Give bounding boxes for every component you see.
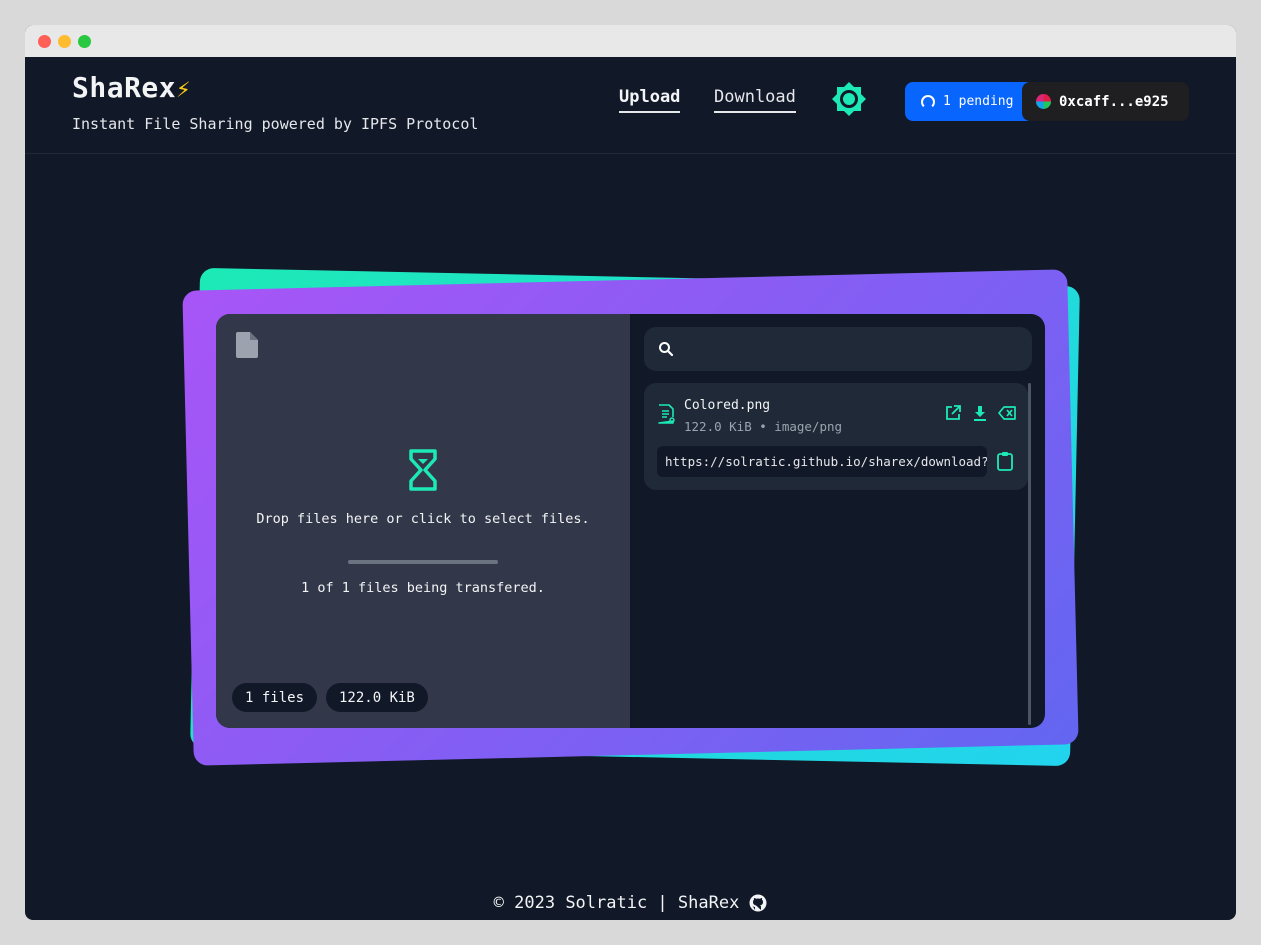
tagline: Instant File Sharing powered by IPFS Pro… — [72, 115, 479, 133]
pending-label: 1 pending — [943, 94, 1014, 109]
app-header: ShaRex⚡ Instant File Sharing powered by … — [25, 57, 1236, 154]
brand-logo[interactable]: ShaRex⚡ — [72, 71, 191, 104]
maximize-window-button[interactable] — [78, 35, 91, 48]
file-item: Colored.png 122.0 KiB • image/png https:… — [644, 383, 1028, 490]
drop-instructions: Drop files here or click to select files… — [256, 511, 590, 527]
close-window-button[interactable] — [38, 35, 51, 48]
copyright-text: © 2023 Solratic | ShaRex — [493, 893, 740, 913]
lightning-icon: ⚡ — [176, 75, 192, 103]
dropzone[interactable]: Drop files here or click to select files… — [216, 314, 630, 728]
footer: © 2023 Solratic | ShaRex — [25, 893, 1236, 913]
upload-progress-fill — [348, 560, 498, 564]
github-icon[interactable] — [749, 894, 767, 912]
file-count-badge: 1 files — [232, 683, 318, 712]
title-bar — [25, 25, 1236, 57]
open-external-icon[interactable] — [944, 404, 962, 422]
document-icon — [658, 404, 675, 424]
minimize-window-button[interactable] — [58, 35, 71, 48]
clipboard-icon[interactable] — [996, 451, 1014, 471]
nav-upload-link[interactable]: Upload — [619, 87, 681, 113]
wallet-address: 0xcaff...e925 — [1059, 93, 1169, 110]
search-icon — [659, 342, 674, 357]
file-name: Colored.png — [684, 398, 771, 413]
share-link-field[interactable]: https://solratic.github.io/sharex/downlo… — [657, 446, 987, 477]
search-bar — [644, 327, 1032, 371]
spinner-icon — [921, 94, 935, 109]
download-icon[interactable] — [971, 404, 989, 422]
theme-toggle-sun-icon[interactable] — [831, 81, 867, 117]
total-size-badge: 122.0 KiB — [326, 683, 428, 712]
file-actions — [944, 404, 1016, 422]
upload-panel: Drop files here or click to select files… — [216, 314, 1045, 728]
file-list-pane: Colored.png 122.0 KiB • image/png https:… — [630, 314, 1045, 728]
transfer-status: 1 of 1 files being transfered. — [301, 580, 545, 596]
browser-window: ShaRex⚡ Instant File Sharing powered by … — [25, 25, 1236, 920]
wallet-account-button[interactable]: 0xcaff...e925 — [1022, 82, 1189, 121]
upload-progress-bar — [348, 560, 498, 564]
scrollbar[interactable] — [1028, 383, 1031, 725]
upload-card-stack: Drop files here or click to select files… — [180, 265, 1080, 775]
file-icon — [236, 332, 258, 358]
hourglass-icon — [409, 449, 437, 491]
file-meta: 122.0 KiB • image/png — [684, 419, 843, 434]
delete-icon[interactable] — [998, 404, 1016, 422]
nav-download-link[interactable]: Download — [714, 87, 796, 113]
wallet-avatar — [1036, 94, 1051, 109]
brand-name: ShaRex — [72, 71, 177, 104]
search-input[interactable] — [684, 341, 1014, 357]
